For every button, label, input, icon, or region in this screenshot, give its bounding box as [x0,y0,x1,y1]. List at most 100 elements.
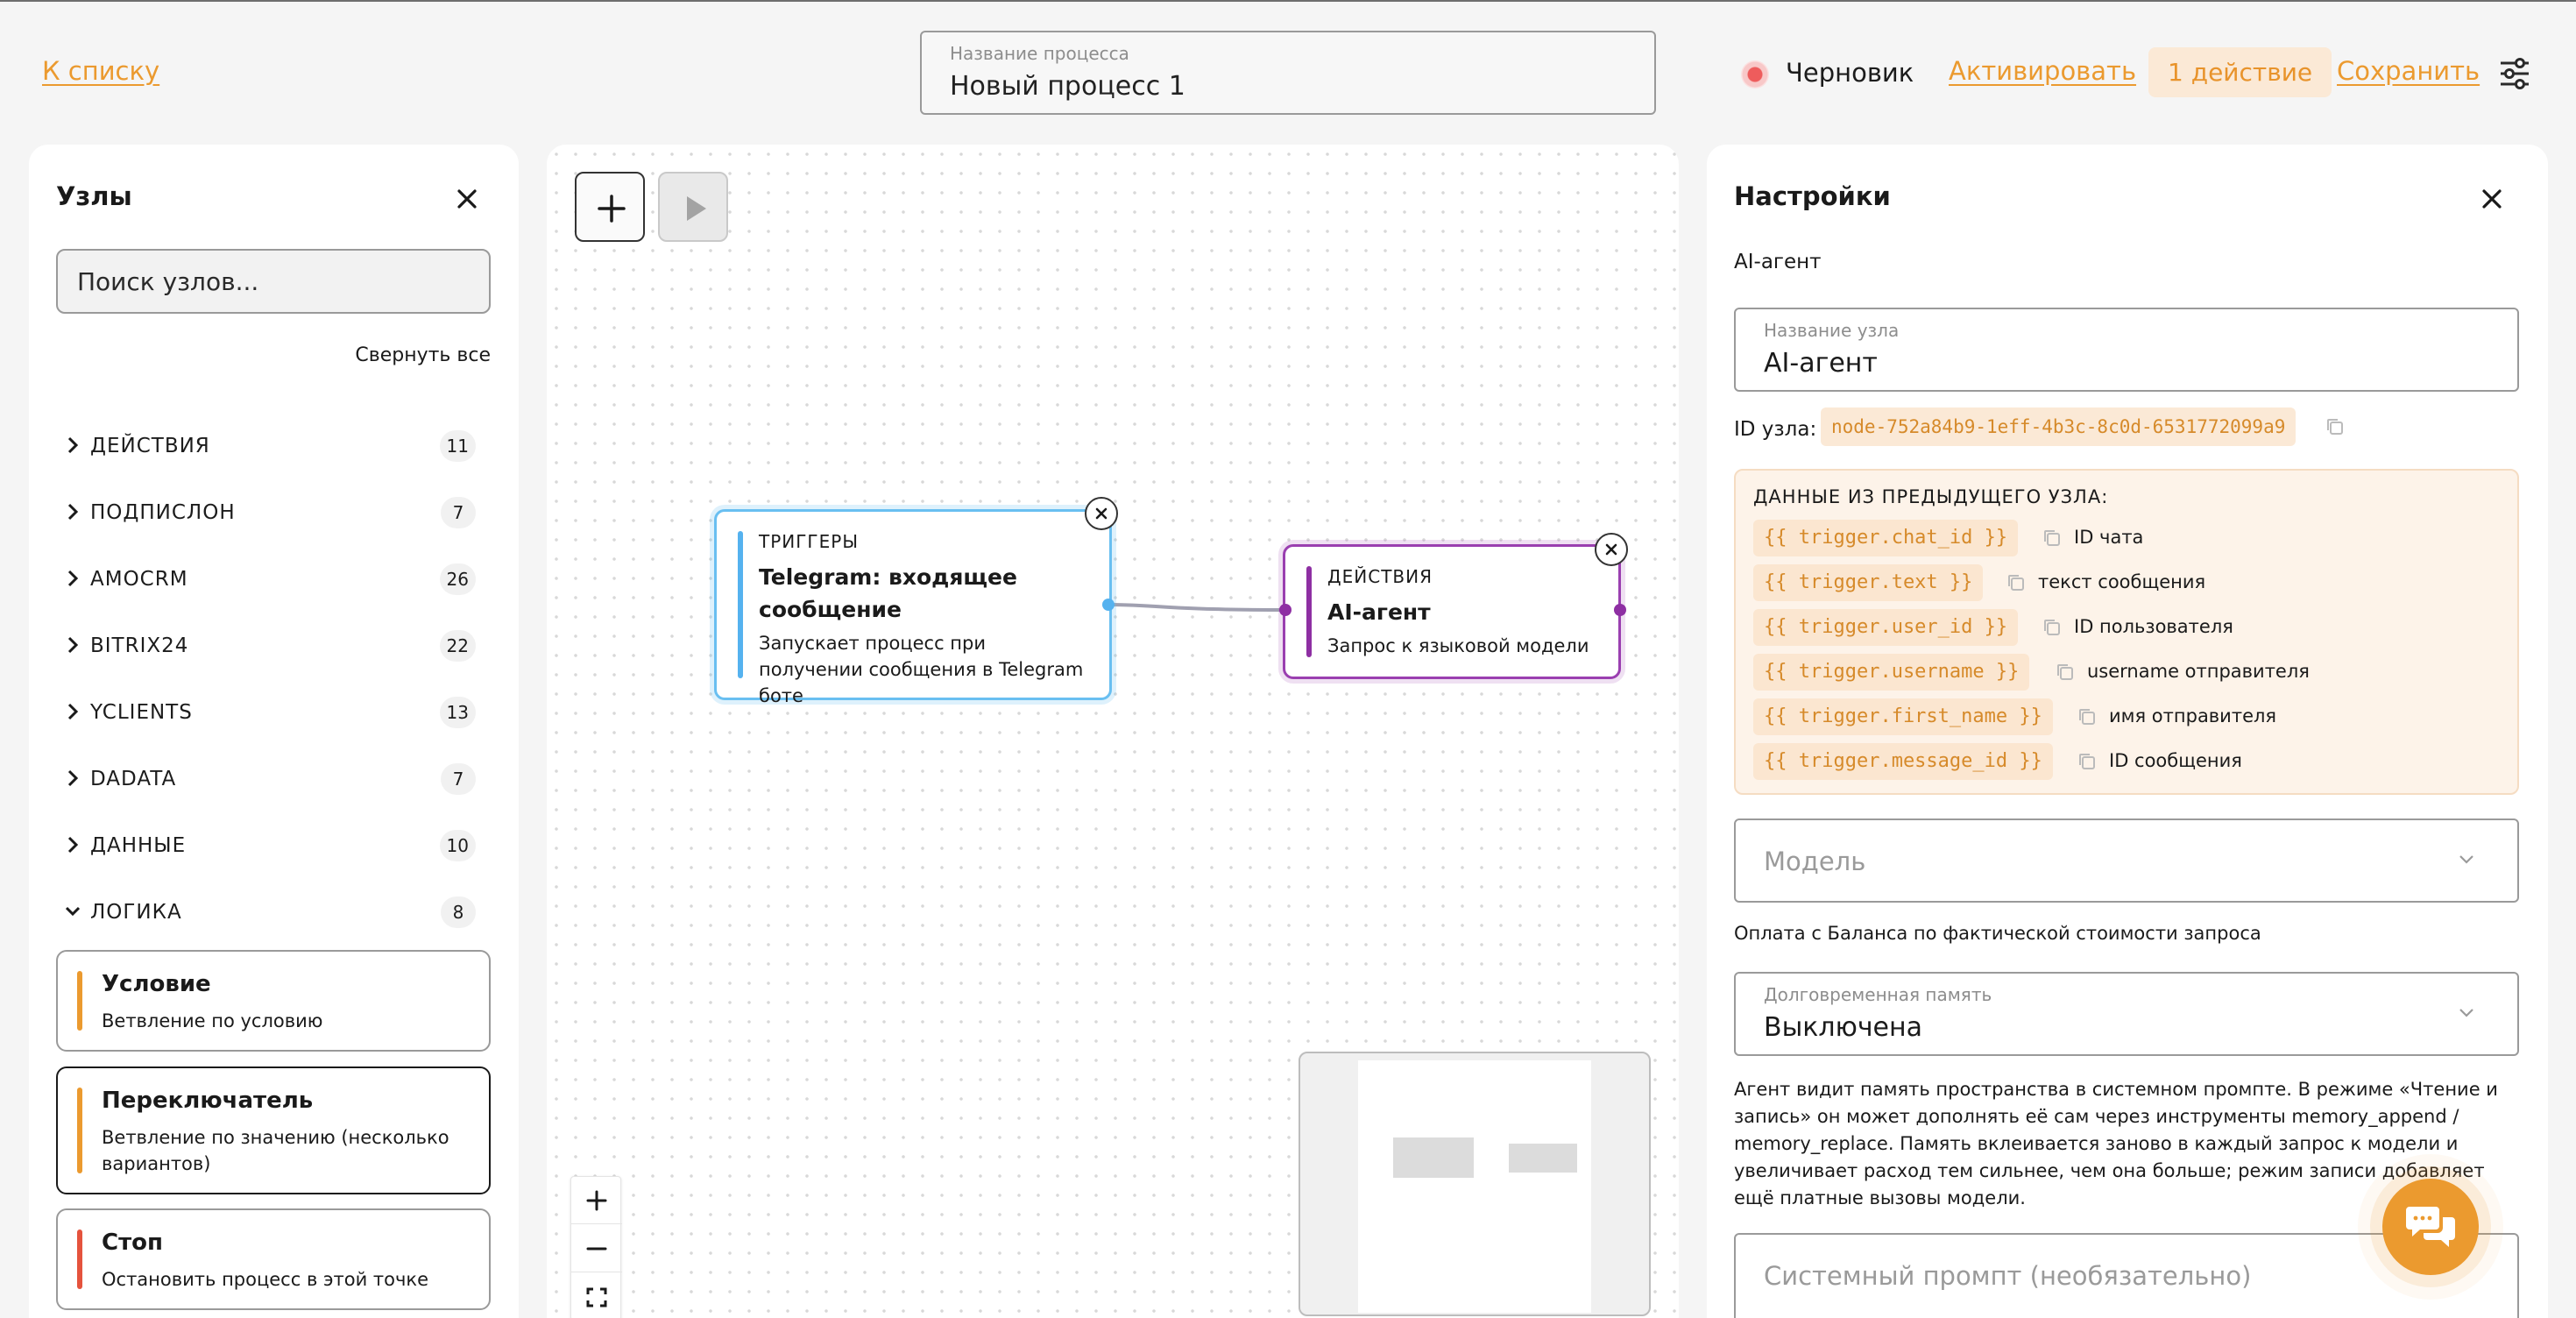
category-actions[interactable]: ДЕЙСТВИЯ 11 [66,427,511,465]
close-nodes-panel-icon[interactable] [453,185,481,213]
model-select-placeholder: Модель [1764,847,1866,876]
copy-icon[interactable] [2056,663,2075,682]
category-podpislon[interactable]: ПОДПИСЛОН 7 [66,493,511,532]
collapse-all-button[interactable]: Свернуть все [355,344,491,366]
output-handle[interactable] [1614,604,1626,616]
minimap-node [1509,1144,1577,1173]
chevron-right-icon [67,769,79,787]
memory-select-label: Долговременная память [1764,984,1992,1005]
variable-chip[interactable]: {{ trigger.message_id }} [1753,743,2053,780]
zoom-in-button[interactable] [571,1177,622,1224]
variable-desc: имя отправителя [2109,705,2277,726]
memory-select[interactable]: Долговременная память Выключена [1734,972,2519,1056]
process-name-field[interactable]: Название процесса Новый процесс 1 [920,31,1656,115]
delete-node-button[interactable] [1595,533,1628,566]
node-template-desc: Ветвление по значению (несколько вариант… [102,1127,449,1174]
chevron-right-icon [67,436,79,454]
close-icon [1095,507,1108,520]
process-name-value[interactable]: Новый процесс 1 [950,71,1185,102]
settings-panel: Настройки AI-агент Название узла AI-аген… [1707,145,2548,1318]
category-label: YCLIENTS [90,701,193,724]
activate-button[interactable]: Активировать [1949,56,2136,86]
model-select[interactable]: Модель [1734,818,2519,903]
node-template-desc: Ветвление по условию [102,1010,323,1031]
close-icon [1605,543,1617,556]
minus-icon [586,1247,607,1251]
actions-count-badge[interactable]: 1 действие [2148,47,2332,97]
node-template-title: Переключатель [102,1088,314,1114]
previous-node-data: ДАННЫЕ ИЗ ПРЕДЫДУЩЕГО УЗЛА: {{ trigger.c… [1734,469,2519,795]
node-desc: Запускает процесс при получении сообщени… [759,633,1084,706]
flow-canvas[interactable]: ТРИГГЕРЫ Telegram: входящее сообщение За… [547,145,1679,1318]
category-label: ЛОГИКА [90,901,182,924]
node-name-field[interactable]: Название узла AI-агент [1734,308,2519,392]
close-settings-panel-icon[interactable] [2478,185,2506,213]
copy-icon[interactable] [2077,752,2097,771]
chat-icon [2406,1207,2455,1247]
flow-node-ai-agent[interactable]: ДЕЙСТВИЯ AI-агент Запрос к языковой моде… [1283,544,1621,679]
category-count: 22 [439,630,476,662]
category-count: 13 [439,697,476,728]
node-color-bar [738,531,743,678]
category-data[interactable]: ДАННЫЕ 10 [66,826,511,865]
save-button[interactable]: Сохранить [2337,56,2480,86]
chevron-right-icon [67,636,79,654]
minimap[interactable] [1299,1052,1651,1316]
copy-icon[interactable] [2042,618,2062,637]
category-amocrm[interactable]: AMOCRM 26 [66,560,511,599]
chevron-right-icon [67,503,79,521]
node-title: AI-агент [1327,599,1431,625]
node-template-desc: Остановить процесс в этой точке [102,1269,429,1290]
chevron-right-icon [67,703,79,720]
input-handle[interactable] [1279,604,1292,616]
copy-icon[interactable] [2006,573,2026,592]
plus-icon [586,1190,607,1211]
fit-view-button[interactable] [571,1273,622,1318]
category-count: 8 [441,896,476,928]
category-logic[interactable]: ЛОГИКА 8 [66,893,511,932]
copy-icon[interactable] [2077,707,2097,726]
node-title: Telegram: входящее сообщение [759,564,1017,622]
status-text: Черновик [1786,58,1914,88]
node-id-value: node-752a84b9-1eff-4b3c-8c0d-6531772099a… [1821,407,2296,446]
node-category: ДЕЙСТВИЯ [1327,566,1433,587]
nodes-search-input[interactable] [56,249,491,314]
category-label: ПОДПИСЛОН [90,501,236,524]
category-dadata[interactable]: DADATA 7 [66,760,511,798]
node-template-switch[interactable]: Переключатель Ветвление по значению (нес… [56,1066,491,1194]
zoom-controls [570,1176,622,1318]
back-to-list-link[interactable]: К списку [42,56,159,86]
chevron-right-icon [67,836,79,854]
variable-chip[interactable]: {{ trigger.user_id }} [1753,609,2019,646]
category-label: DADATA [90,768,177,790]
category-count: 26 [439,563,476,595]
category-yclients[interactable]: YCLIENTS 13 [66,693,511,732]
node-id-label: ID узла: [1734,418,1817,441]
variable-chip[interactable]: {{ trigger.first_name }} [1753,698,2053,735]
zoom-out-button[interactable] [571,1225,622,1272]
node-template-condition[interactable]: Условие Ветвление по условию [56,950,491,1052]
variable-chip[interactable]: {{ trigger.username }} [1753,654,2030,691]
node-name-value[interactable]: AI-агент [1764,348,1878,379]
node-color-bar [77,971,82,1031]
node-template-stop[interactable]: Стоп Остановить процесс в этой точке [56,1208,491,1310]
chevron-down-icon [66,906,80,917]
node-color-bar [77,1088,82,1173]
process-name-label: Название процесса [950,43,1129,64]
output-handle[interactable] [1102,599,1115,611]
variable-chip[interactable]: {{ trigger.text }} [1753,564,1984,601]
sliders-icon[interactable] [2499,56,2530,91]
delete-node-button[interactable] [1085,497,1118,530]
category-label: AMOCRM [90,568,188,591]
copy-icon[interactable] [2325,417,2345,436]
flow-node-telegram-trigger[interactable]: ТРИГГЕРЫ Telegram: входящее сообщение За… [714,509,1112,706]
copy-icon[interactable] [2042,528,2062,548]
variable-desc: ID чата [2074,527,2144,548]
chat-support-button[interactable] [2382,1179,2479,1275]
status-dot-icon [1741,60,1769,89]
variable-chip[interactable]: {{ trigger.chat_id }} [1753,520,2019,556]
category-bitrix24[interactable]: BITRIX24 22 [66,627,511,665]
fit-view-icon [586,1287,607,1307]
category-count: 7 [441,763,476,795]
node-color-bar [77,1229,82,1289]
